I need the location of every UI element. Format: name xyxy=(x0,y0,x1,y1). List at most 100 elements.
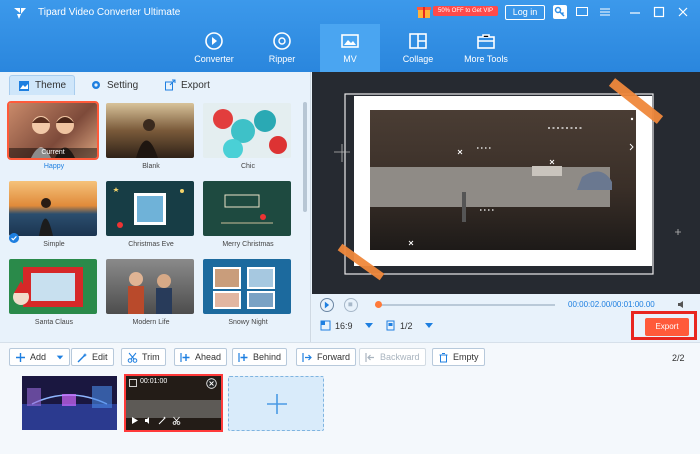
forward-icon xyxy=(302,352,312,362)
nav-converter[interactable]: Converter xyxy=(184,24,244,72)
empty-button[interactable]: Empty xyxy=(432,348,485,366)
page-icon xyxy=(386,320,395,331)
mv-icon xyxy=(341,34,359,48)
film-icon xyxy=(129,379,137,387)
theme-thumbnail xyxy=(9,259,97,314)
clip-duration: 00:01:00 xyxy=(140,378,168,385)
nav-collage[interactable]: Collage xyxy=(388,24,448,72)
nav-label: Converter xyxy=(194,54,234,64)
ahead-button[interactable]: Ahead xyxy=(174,348,228,366)
login-button[interactable]: Log in xyxy=(505,5,545,20)
edit-button[interactable]: Edit xyxy=(71,348,114,366)
plus-icon xyxy=(267,394,287,414)
current-label: Current xyxy=(9,148,97,158)
play-button[interactable] xyxy=(320,298,334,312)
theme-card-christmas-eve[interactable]: Christmas Eve xyxy=(106,181,196,248)
nav-label: MV xyxy=(343,54,357,64)
progress-handle[interactable] xyxy=(375,301,382,308)
theme-card-blank[interactable]: Blank xyxy=(106,103,196,170)
volume-icon[interactable] xyxy=(144,416,153,425)
aspect-ratio-icon xyxy=(320,320,331,331)
theme-thumbnail xyxy=(203,103,291,158)
trash-icon xyxy=(439,352,448,362)
ripper-icon xyxy=(273,32,291,50)
nav-label: More Tools xyxy=(464,54,508,64)
theme-label: Happy xyxy=(43,163,65,170)
timeline-clip-1[interactable] xyxy=(22,376,117,430)
theme-thumbnail xyxy=(106,181,194,236)
backward-button[interactable]: Backward xyxy=(359,348,426,366)
theme-panel: Theme Setting Export Current Happy Blank xyxy=(0,72,311,342)
maximize-icon[interactable] xyxy=(652,5,666,19)
nav-mv[interactable]: MV xyxy=(320,24,380,72)
panel-tabs: Theme Setting Export xyxy=(0,72,311,97)
add-button[interactable]: Add xyxy=(9,348,71,366)
theme-card-simple[interactable]: Simple xyxy=(9,181,99,248)
timecode: 00:00:02.00/00:01:00.00 xyxy=(568,300,655,309)
theme-card-chic[interactable]: Chic xyxy=(203,103,293,170)
theme-grid: Current Happy Blank Chic Simple Christma… xyxy=(0,97,305,342)
key-icon[interactable] xyxy=(553,5,567,19)
trim-label: Trim xyxy=(142,352,160,362)
theme-card-santa-claus[interactable]: Santa Claus xyxy=(9,259,99,326)
ahead-label: Ahead xyxy=(195,352,222,362)
tab-theme[interactable]: Theme xyxy=(9,75,76,95)
stop-icon xyxy=(348,302,353,307)
tab-label: Theme xyxy=(35,80,67,91)
theme-label: Blank xyxy=(142,163,160,170)
app-title: Tipard Video Converter Ultimate xyxy=(38,7,181,18)
scissors-icon xyxy=(127,352,138,363)
nav-ripper[interactable]: Ripper xyxy=(252,24,312,72)
theme-icon xyxy=(19,80,29,91)
page-select[interactable]: 1/2 xyxy=(385,320,433,331)
trim-button[interactable]: Trim xyxy=(121,348,166,366)
panel-scrollbar[interactable] xyxy=(303,102,307,212)
chevron-down-icon xyxy=(424,322,433,328)
magic-wand-icon[interactable] xyxy=(158,416,167,425)
theme-card-snowy-night[interactable]: Snowy Night xyxy=(203,259,293,326)
scissors-icon[interactable] xyxy=(172,416,181,425)
theme-label: Simple xyxy=(43,241,65,248)
close-circle-icon[interactable] xyxy=(206,378,217,389)
stop-button[interactable] xyxy=(344,298,358,312)
nav-label: Collage xyxy=(402,54,434,64)
play-icon xyxy=(324,301,330,309)
tab-setting[interactable]: Setting xyxy=(90,75,138,95)
close-icon[interactable] xyxy=(676,5,690,19)
vip-promo[interactable]: 50% OFF to Get VIP xyxy=(416,3,499,19)
page-value: 1/2 xyxy=(400,320,413,331)
chat-icon[interactable] xyxy=(575,5,589,19)
tab-label: Export xyxy=(181,79,210,91)
forward-label: Forward xyxy=(317,352,351,362)
tab-export[interactable]: Export xyxy=(164,75,210,95)
nav-more-tools[interactable]: More Tools xyxy=(456,24,516,72)
clip-actions xyxy=(130,416,181,425)
timeline-clip-2[interactable]: 00:01:00 xyxy=(124,374,223,432)
behind-button[interactable]: Behind xyxy=(232,348,288,366)
plus-icon xyxy=(16,352,25,362)
chevron-down-icon xyxy=(56,355,64,359)
add-clip-slot[interactable] xyxy=(228,376,324,431)
behind-label: Behind xyxy=(253,352,282,362)
volume-icon[interactable] xyxy=(677,300,689,309)
theme-card-merry-christmas[interactable]: Merry Christmas xyxy=(203,181,293,248)
selected-check-icon xyxy=(9,233,19,243)
theme-label: Chic xyxy=(240,163,255,170)
minimize-icon[interactable] xyxy=(628,5,642,19)
backward-label: Backward xyxy=(380,352,420,362)
vip-label: 50% OFF to Get VIP xyxy=(433,6,499,16)
theme-label: Modern Life xyxy=(132,319,170,326)
gift-icon xyxy=(417,7,431,18)
clip-thumbnail xyxy=(22,376,117,430)
forward-button[interactable]: Forward xyxy=(296,348,357,366)
play-icon[interactable] xyxy=(130,416,139,425)
theme-label: Santa Claus xyxy=(34,319,74,326)
toolbox-icon xyxy=(477,34,495,49)
progress-track[interactable] xyxy=(375,304,555,306)
theme-card-modern-life[interactable]: Modern Life xyxy=(106,259,196,326)
preview-frame xyxy=(334,78,681,281)
theme-card-happy[interactable]: Current Happy xyxy=(7,101,99,170)
menu-icon[interactable] xyxy=(598,5,612,19)
theme-label: Merry Christmas xyxy=(222,241,274,248)
aspect-ratio-select[interactable]: 16:9 xyxy=(320,320,373,331)
